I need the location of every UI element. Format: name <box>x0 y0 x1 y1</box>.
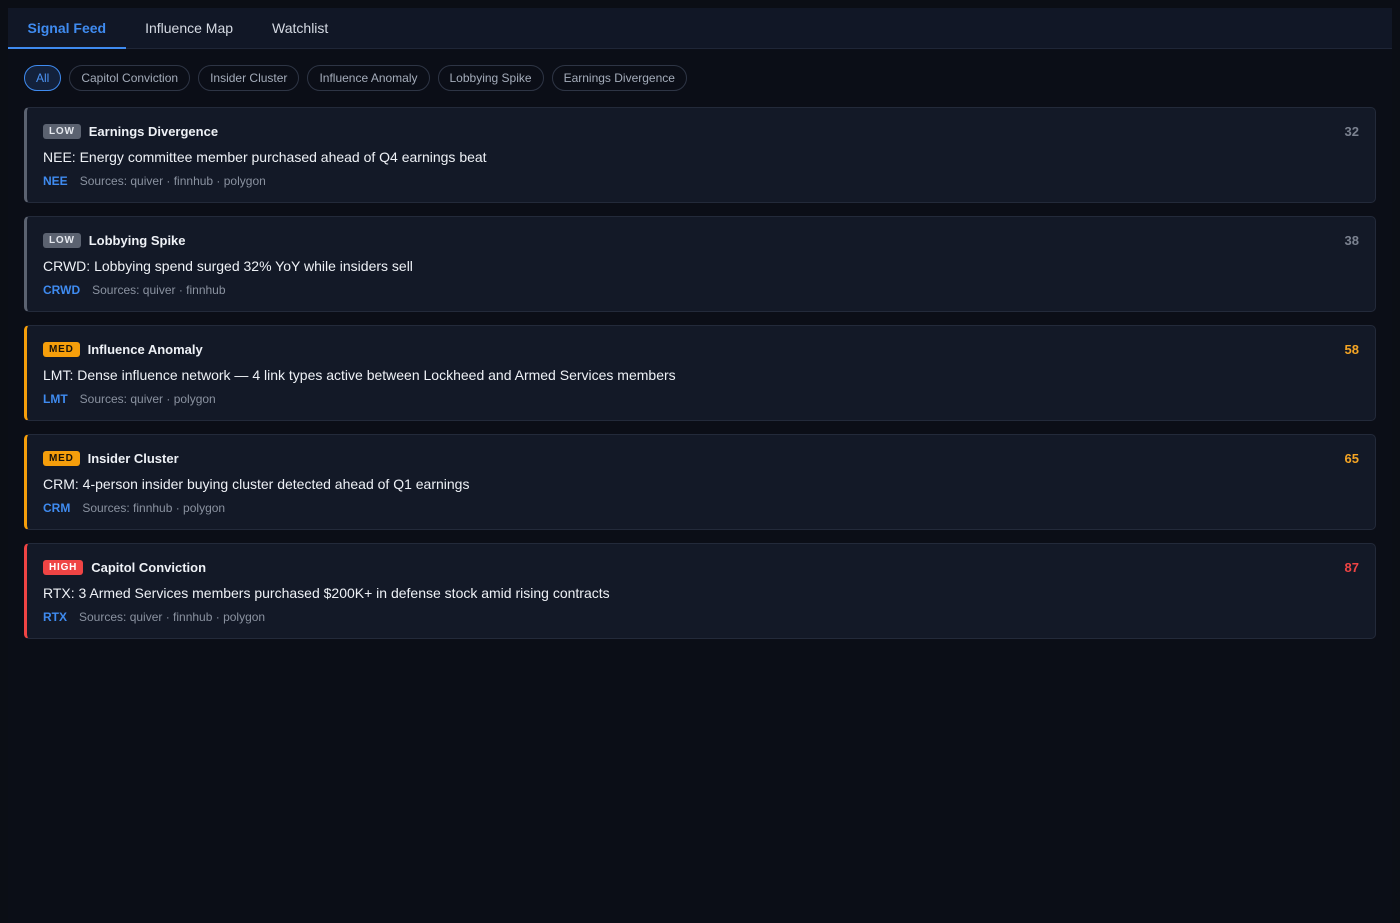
signal-type: Capitol Conviction <box>91 560 207 575</box>
tab-signal-feed[interactable]: Signal Feed <box>8 8 126 49</box>
signal-feed-list: LOW Earnings Divergence 32 NEE: Energy c… <box>24 107 1376 652</box>
severity-badge: MED <box>43 451 80 466</box>
signal-card[interactable]: LOW Earnings Divergence 32 NEE: Energy c… <box>24 107 1376 203</box>
signal-meta: LMT Sources: quiver · polygon <box>43 391 1359 407</box>
ticker-link[interactable]: NEE <box>43 174 68 188</box>
severity-badge: HIGH <box>43 560 84 575</box>
ticker-link[interactable]: LMT <box>43 392 68 406</box>
signal-headline: LMT: Dense influence network — 4 link ty… <box>43 367 676 383</box>
signal-meta: NEE Sources: quiver · finnhub · polygon <box>43 173 1359 189</box>
signal-card[interactable]: MED Influence Anomaly 58 LMT: Dense infl… <box>24 325 1376 421</box>
tab-bar: Signal Feed Influence Map Watchlist <box>8 8 1392 49</box>
signal-sources: Sources: quiver · finnhub <box>92 283 226 297</box>
signal-headline: CRWD: Lobbying spend surged 32% YoY whil… <box>43 258 413 274</box>
tab-watchlist[interactable]: Watchlist <box>253 8 348 48</box>
filter-chip-all[interactable]: All <box>24 65 62 91</box>
app-window: Signal Feed Influence Map Watchlist All … <box>8 8 1392 923</box>
signal-meta: CRWD Sources: quiver · finnhub <box>43 282 1359 298</box>
severity-badge: MED <box>43 342 80 357</box>
signal-headline: NEE: Energy committee member purchased a… <box>43 149 487 165</box>
signal-type: Influence Anomaly <box>87 342 203 357</box>
signal-card-header: MED Insider Cluster <box>43 450 1359 467</box>
filter-chip-lobbying-spike[interactable]: Lobbying Spike <box>437 65 544 91</box>
signal-score: 87 <box>1344 560 1359 575</box>
signal-sources: Sources: quiver · polygon <box>79 392 216 406</box>
signal-meta: RTX Sources: quiver · finnhub · polygon <box>43 609 1359 625</box>
signal-type: Insider Cluster <box>87 451 179 466</box>
signal-type: Earnings Divergence <box>88 124 219 139</box>
ticker-link[interactable]: CRWD <box>43 283 80 297</box>
filter-chip-capitol-conviction[interactable]: Capitol Conviction <box>69 65 191 91</box>
signal-meta: CRM Sources: finnhub · polygon <box>43 500 1359 516</box>
signal-card-header: LOW Lobbying Spike <box>43 232 1359 249</box>
signal-card-header: LOW Earnings Divergence <box>43 123 1359 140</box>
signal-card-header: HIGH Capitol Conviction <box>43 559 1359 576</box>
filter-chip-influence-anomaly[interactable]: Influence Anomaly <box>307 65 430 91</box>
signal-type-filters: All Capitol Conviction Insider Cluster I… <box>8 65 1392 91</box>
signal-type: Lobbying Spike <box>88 233 186 248</box>
ticker-link[interactable]: CRM <box>43 501 70 515</box>
ticker-link[interactable]: RTX <box>43 610 67 624</box>
signal-score: 65 <box>1344 451 1359 466</box>
signal-headline: CRM: 4-person insider buying cluster det… <box>43 476 470 492</box>
signal-card-header: MED Influence Anomaly <box>43 341 1359 358</box>
signal-headline: RTX: 3 Armed Services members purchased … <box>43 585 610 601</box>
severity-badge: LOW <box>43 233 81 248</box>
signal-sources: Sources: quiver · finnhub · polygon <box>79 174 266 188</box>
signal-score: 38 <box>1344 233 1359 248</box>
signal-card[interactable]: MED Insider Cluster 65 CRM: 4-person ins… <box>24 434 1376 530</box>
signal-card[interactable]: LOW Lobbying Spike 38 CRWD: Lobbying spe… <box>24 216 1376 312</box>
filter-chip-earnings-divergence[interactable]: Earnings Divergence <box>551 65 687 91</box>
signal-sources: Sources: finnhub · polygon <box>82 501 226 515</box>
tab-influence-map[interactable]: Influence Map <box>126 8 253 48</box>
severity-badge: LOW <box>43 124 81 139</box>
signal-score: 58 <box>1344 342 1359 357</box>
signal-card[interactable]: HIGH Capitol Conviction 87 RTX: 3 Armed … <box>24 543 1376 639</box>
signal-score: 32 <box>1344 124 1359 139</box>
signal-sources: Sources: quiver · finnhub · polygon <box>79 610 266 624</box>
filter-chip-insider-cluster[interactable]: Insider Cluster <box>198 65 300 91</box>
